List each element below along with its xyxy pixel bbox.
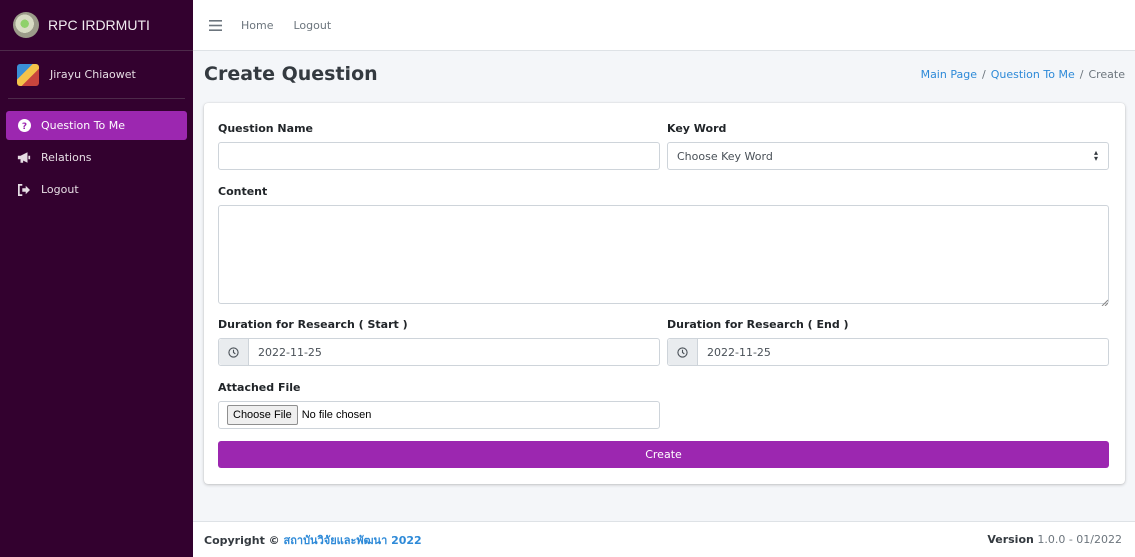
sidebar-item-logout[interactable]: Logout <box>6 175 187 204</box>
attached-file-label: Attached File <box>218 381 301 394</box>
content-textarea[interactable] <box>218 205 1109 304</box>
version-value: 1.0.0 - 01/2022 <box>1037 533 1122 546</box>
breadcrumb-current: Create <box>1088 68 1125 81</box>
attached-file-input: Choose File No file chosen <box>218 401 660 429</box>
breadcrumb-separator: / <box>1079 68 1084 81</box>
user-panel[interactable]: Jirayu Chiaowet <box>8 51 185 99</box>
version-label: Version <box>987 533 1034 546</box>
bullhorn-icon <box>17 151 31 165</box>
breadcrumb: Main Page / Question To Me / Create <box>921 68 1125 81</box>
clock-icon <box>219 339 249 365</box>
sidebar-item-label: Relations <box>41 151 92 164</box>
keyword-select-value: Choose Key Word <box>677 149 773 163</box>
footer-org-link[interactable]: สถาบันวิจัยและพัฒนา 2022 <box>284 534 422 547</box>
user-name: Jirayu Chiaowet <box>50 68 136 81</box>
keyword-select[interactable]: Choose Key Word ▴ ▾ <box>667 142 1109 170</box>
brand-logo <box>13 12 39 38</box>
page-title: Create Question <box>204 63 378 85</box>
sidebar-item-label: Logout <box>41 183 79 196</box>
footer-copyright: Copyright © สถาบันวิจัยและพัฒนา 2022 <box>204 531 422 549</box>
create-question-form: Question Name Key Word Choose Key Word ▴… <box>204 103 1125 484</box>
brand-link[interactable]: RPC IRDRMUTI <box>0 0 193 51</box>
clock-icon <box>668 339 698 365</box>
file-status: No file chosen <box>301 409 372 421</box>
sidebar-item-relations[interactable]: Relations <box>6 143 187 172</box>
sidebar: RPC IRDRMUTI Jirayu Chiaowet ? Question … <box>0 0 193 557</box>
select-arrows-icon: ▴ ▾ <box>1093 148 1098 163</box>
keyword-label: Key Word <box>667 122 727 135</box>
start-date-value: 2022-11-25 <box>258 345 322 359</box>
brand-name: RPC IRDRMUTI <box>48 17 150 33</box>
breadcrumb-main-page[interactable]: Main Page <box>921 68 977 81</box>
end-date-label: Duration for Research ( End ) <box>667 318 849 331</box>
content-label: Content <box>218 185 268 198</box>
choose-file-button[interactable]: Choose File <box>227 405 298 425</box>
avatar <box>17 63 39 86</box>
question-name-label: Question Name <box>218 122 313 135</box>
end-date-value: 2022-11-25 <box>707 345 771 359</box>
start-date-label: Duration for Research ( Start ) <box>218 318 408 331</box>
start-date-input[interactable]: 2022-11-25 <box>218 338 660 366</box>
copyright-text: Copyright © <box>204 533 280 547</box>
menu-icon[interactable] <box>207 17 223 33</box>
sidebar-nav: ? Question To Me Relations Logout <box>0 99 193 204</box>
end-date-input[interactable]: 2022-11-25 <box>667 338 1109 366</box>
sidebar-item-question-to-me[interactable]: ? Question To Me <box>6 111 187 140</box>
breadcrumb-separator: / <box>981 68 986 81</box>
nav-logout-link[interactable]: Logout <box>293 19 331 32</box>
question-circle-icon: ? <box>17 119 31 133</box>
sign-out-icon <box>17 183 31 197</box>
question-name-input[interactable] <box>218 142 660 170</box>
top-navbar: Home Logout <box>193 0 1135 51</box>
breadcrumb-question-to-me[interactable]: Question To Me <box>991 68 1075 81</box>
footer: Copyright © สถาบันวิจัยและพัฒนา 2022 Ver… <box>193 521 1135 557</box>
footer-version: Version 1.0.0 - 01/2022 <box>987 533 1122 546</box>
resize-handle-icon[interactable] <box>1101 295 1109 307</box>
nav-home-link[interactable]: Home <box>241 19 273 32</box>
create-button[interactable]: Create <box>218 441 1109 468</box>
svg-text:?: ? <box>21 122 26 132</box>
sidebar-item-label: Question To Me <box>41 119 126 132</box>
